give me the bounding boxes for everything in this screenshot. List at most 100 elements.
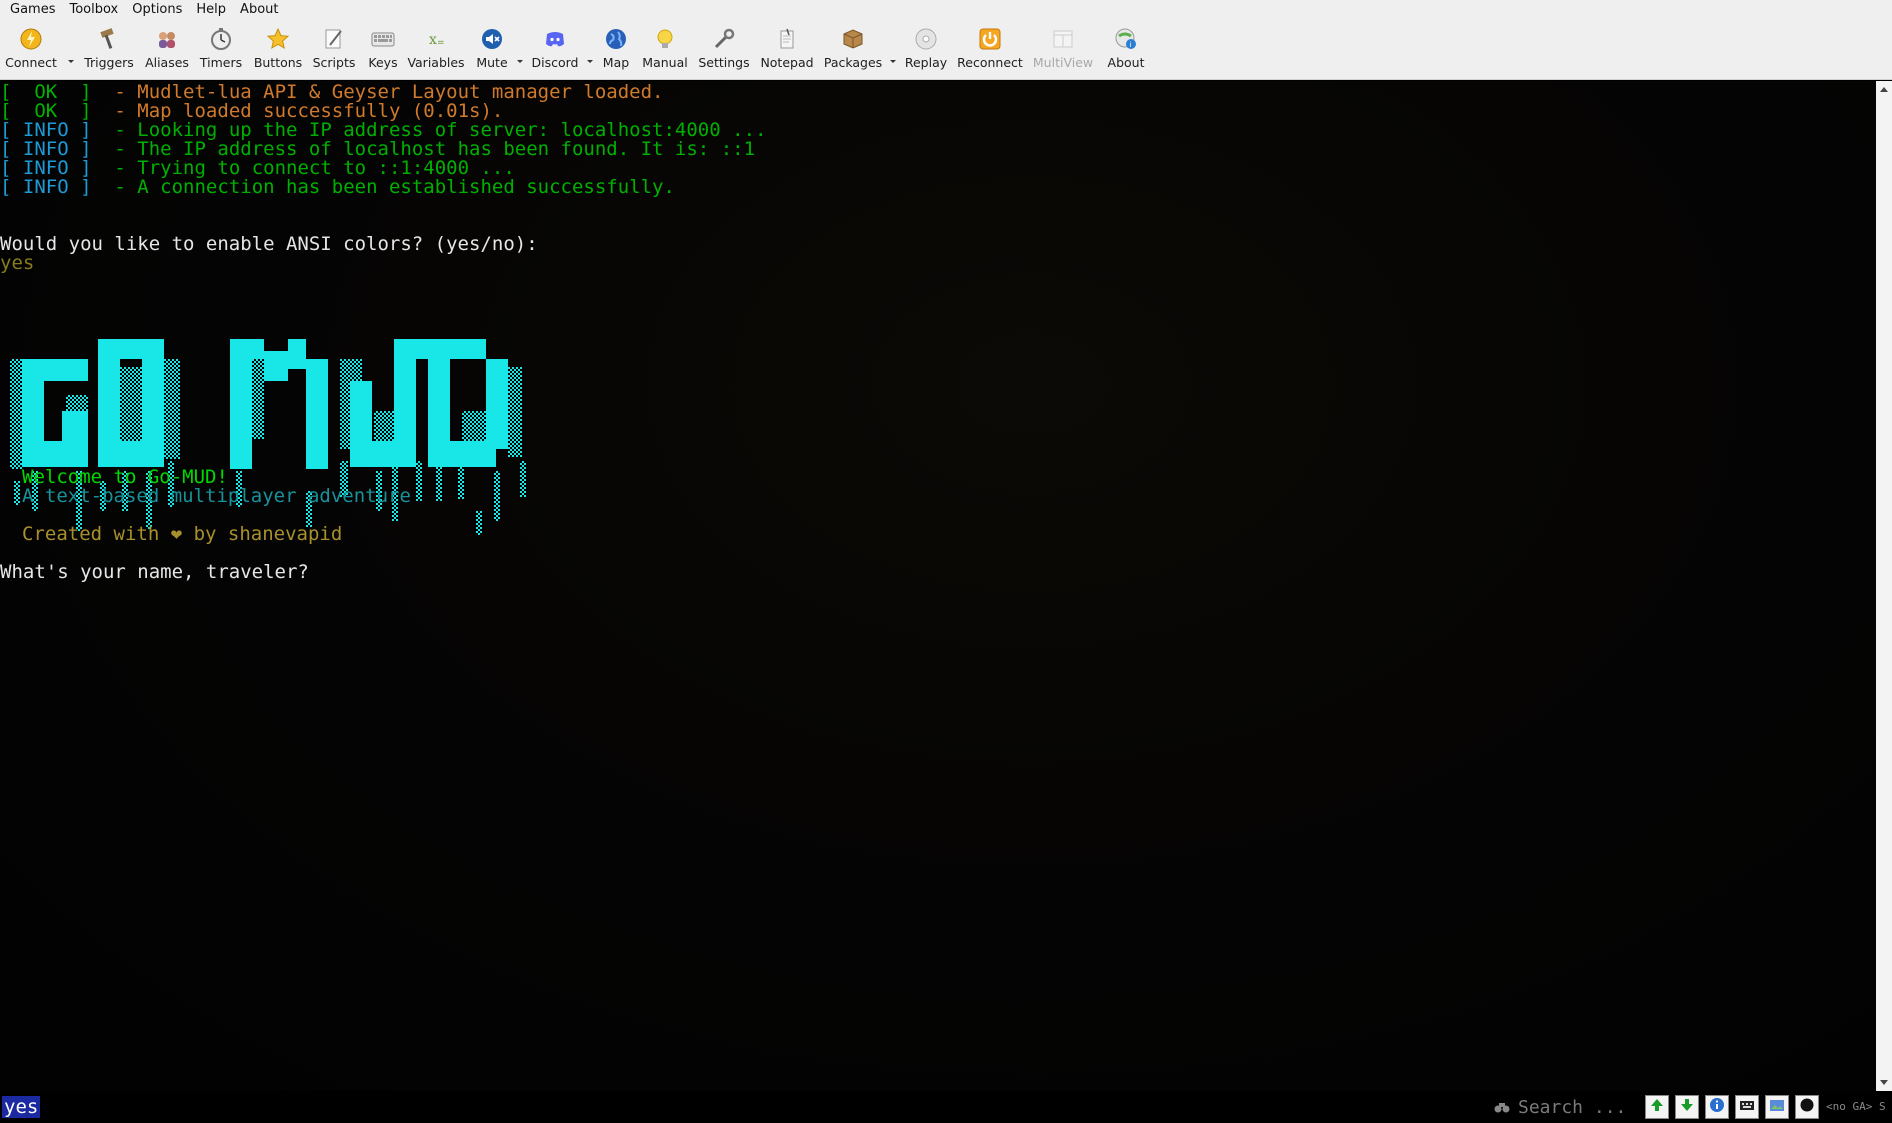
- main-console[interactable]: [ OK ] - Mudlet-lua API & Geyser Layout …: [0, 81, 1876, 1091]
- tagline-text: A text-based multiplayer adventure: [22, 485, 411, 507]
- toggle-input-button[interactable]: [1735, 1095, 1759, 1119]
- aliases-button[interactable]: Aliases: [144, 26, 190, 76]
- mute-button[interactable]: Mute: [472, 26, 512, 76]
- reconnect-icon: [977, 26, 1003, 52]
- name-prompt: What's your name, traveler?: [0, 561, 309, 583]
- settings-button[interactable]: Settings: [698, 26, 750, 76]
- wrench-icon: [711, 26, 737, 52]
- timestamp-button[interactable]: [1795, 1095, 1819, 1119]
- multiview-button[interactable]: MultiView: [1032, 26, 1094, 76]
- packages-button[interactable]: Packages: [824, 26, 882, 76]
- logo-block: [10, 359, 24, 469]
- search-field[interactable]: Search ...: [1494, 1095, 1636, 1119]
- package-icon: [840, 26, 866, 52]
- lightbulb-icon: [652, 26, 678, 52]
- ga-status-label: <no GA> S: [1826, 1100, 1886, 1113]
- logo-block: [264, 351, 288, 381]
- scroll-down-button[interactable]: [1675, 1095, 1699, 1119]
- scripts-icon: [321, 26, 347, 52]
- keyboard-toggle-icon: [1739, 1097, 1755, 1117]
- logo-block: [98, 359, 120, 467]
- variables-icon: x =: [423, 26, 449, 52]
- notepad-icon: [774, 26, 800, 52]
- triggers-icon: [96, 26, 122, 52]
- map-button[interactable]: Map: [598, 26, 634, 76]
- menu-games[interactable]: Games: [0, 0, 62, 20]
- notepad-button[interactable]: Notepad: [760, 26, 814, 76]
- connect-menu-arrow[interactable]: [68, 60, 74, 63]
- logo-block: [416, 461, 422, 501]
- scripts-button[interactable]: Scripts: [312, 26, 356, 76]
- replay-disc-icon: [913, 26, 939, 52]
- connect-icon: [18, 26, 44, 52]
- logo-block: [508, 367, 522, 457]
- mute-icon: [479, 26, 505, 52]
- svg-text:=: =: [437, 38, 445, 48]
- keys-button[interactable]: Keys: [364, 26, 402, 76]
- logo-block: [436, 461, 442, 501]
- triggers-button[interactable]: Triggers: [84, 26, 134, 76]
- echo-text: yes: [0, 252, 35, 274]
- logo-block: [520, 461, 526, 497]
- info-icon: [1709, 1097, 1725, 1117]
- credit-text: Created with ❤ by shanevapid: [22, 523, 343, 545]
- search-binoculars-icon: [1494, 1100, 1510, 1114]
- logo-block: [14, 481, 20, 505]
- logo-block: [288, 339, 306, 369]
- info-button[interactable]: [1705, 1095, 1729, 1119]
- replay-button[interactable]: Replay: [904, 26, 948, 76]
- keyboard-icon: [370, 26, 396, 52]
- green-up-arrow-icon: [1649, 1097, 1665, 1117]
- buttons-button[interactable]: Buttons: [254, 26, 302, 76]
- manual-button[interactable]: Manual: [642, 26, 688, 76]
- logo-block: [22, 359, 88, 381]
- logo-block: [476, 511, 482, 535]
- svg-text:x: x: [429, 32, 437, 48]
- discord-menu-arrow[interactable]: [587, 60, 593, 63]
- logo-block: [98, 339, 164, 359]
- discord-button[interactable]: Discord: [530, 26, 580, 76]
- image-icon: [1769, 1097, 1785, 1117]
- log-line: [ INFO ] - A connection has been establi…: [0, 176, 675, 198]
- command-input[interactable]: yes: [2, 1096, 41, 1118]
- reconnect-button[interactable]: Reconnect: [957, 26, 1023, 76]
- globe-icon: [603, 26, 629, 52]
- logo-block: [164, 359, 180, 459]
- green-down-arrow-icon: [1679, 1097, 1695, 1117]
- logo-block: [428, 359, 450, 467]
- logo-block: [120, 367, 142, 441]
- menu-about[interactable]: About: [233, 0, 285, 20]
- multiview-icon: [1050, 26, 1076, 52]
- menu-help[interactable]: Help: [189, 0, 233, 20]
- logo-block: [142, 359, 164, 467]
- timers-button[interactable]: Timers: [199, 26, 243, 76]
- about-icon: i: [1113, 26, 1139, 52]
- logo-block: [406, 339, 486, 359]
- logo-block: [374, 411, 394, 441]
- about-button[interactable]: i About: [1104, 26, 1148, 76]
- menu-toolbox[interactable]: Toolbox: [62, 0, 125, 20]
- logo-block: [120, 441, 142, 467]
- scroll-up-arrow-icon[interactable]: [1880, 87, 1888, 92]
- logo-block: [252, 359, 264, 439]
- logo-block: [44, 441, 88, 467]
- menu-bar: Games Toolbox Options Help About: [0, 0, 1892, 20]
- scroll-up-button[interactable]: [1645, 1095, 1669, 1119]
- mute-menu-arrow[interactable]: [517, 60, 523, 63]
- console-scrollbar[interactable]: [1876, 81, 1892, 1091]
- logo-block: [22, 381, 44, 467]
- logo-block: [350, 381, 372, 467]
- connect-button[interactable]: Connect: [5, 26, 57, 76]
- main-toolbar: Connect Triggers Aliases Timers Buttons …: [0, 20, 1892, 80]
- scroll-down-arrow-icon[interactable]: [1880, 1080, 1888, 1085]
- logo-block: [458, 461, 464, 499]
- screenshot-button[interactable]: [1765, 1095, 1789, 1119]
- search-placeholder: Search ...: [1518, 1096, 1627, 1118]
- menu-options[interactable]: Options: [125, 0, 189, 20]
- logo-block: [230, 339, 264, 359]
- logo-block: [462, 411, 486, 441]
- logo-block: [306, 359, 328, 469]
- variables-button[interactable]: x = Variables: [407, 26, 464, 76]
- logo-block: [66, 395, 88, 413]
- packages-menu-arrow[interactable]: [890, 60, 896, 63]
